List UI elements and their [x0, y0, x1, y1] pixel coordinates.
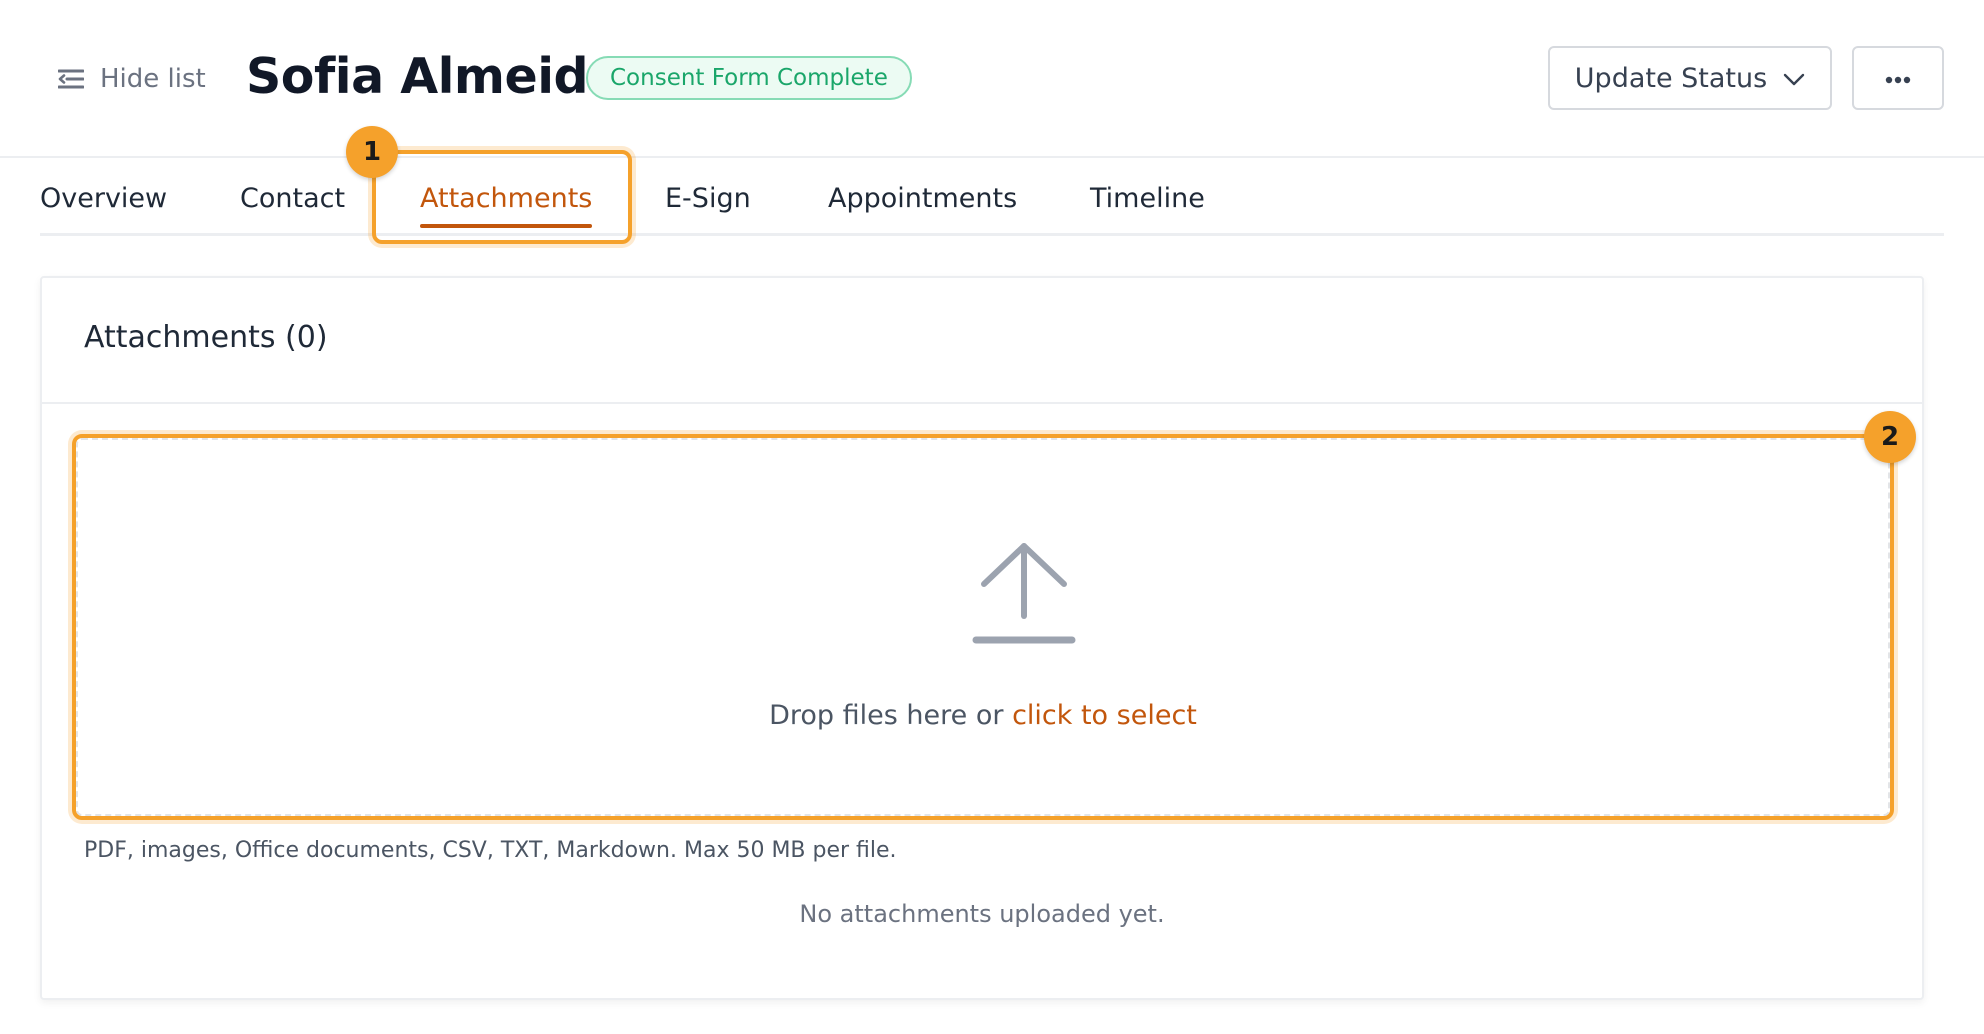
tab-attachments[interactable]: Attachments — [420, 160, 593, 236]
drop-files-text: Drop files here or — [769, 700, 1004, 731]
status-badge: Consent Form Complete — [586, 56, 912, 100]
update-status-label: Update Status — [1574, 62, 1768, 94]
tab-appointments[interactable]: Appointments — [828, 160, 1017, 236]
empty-state-message: No attachments uploaded yet. — [799, 900, 1165, 928]
annotation-marker-1: 1 — [346, 126, 398, 178]
tab-contact[interactable]: Contact — [240, 160, 345, 236]
card-header: Attachments (0) — [42, 278, 1922, 404]
tab-overview[interactable]: Overview — [40, 160, 167, 236]
record-header: Hide list Sofia Almeida Consent Form Com… — [0, 0, 1984, 158]
page: Hide list Sofia Almeida Consent Form Com… — [0, 0, 1984, 1034]
hide-list-button[interactable]: Hide list — [58, 60, 206, 98]
chevron-down-icon — [1783, 63, 1805, 94]
ellipsis-icon — [1885, 69, 1911, 88]
dropzone-instructions: Drop files here or click to select — [78, 700, 1888, 731]
attachments-card: Attachments (0) Drop files here or click… — [40, 276, 1924, 1000]
attachments-title: Attachments (0) — [84, 320, 328, 355]
hide-list-label: Hide list — [100, 64, 206, 94]
upload-arrow-icon — [972, 540, 1076, 652]
tab-bar: Overview Contact Attachments E-Sign Appo… — [40, 160, 1944, 236]
tab-e-sign[interactable]: E-Sign — [665, 160, 751, 236]
file-dropzone[interactable]: Drop files here or click to select — [76, 438, 1890, 816]
tab-timeline[interactable]: Timeline — [1090, 160, 1205, 236]
more-actions-button[interactable] — [1852, 46, 1944, 110]
click-to-select-link[interactable]: click to select — [1012, 700, 1197, 731]
annotation-marker-2: 2 — [1864, 411, 1916, 463]
update-status-button[interactable]: Update Status — [1548, 46, 1832, 110]
file-type-hint: PDF, images, Office documents, CSV, TXT,… — [84, 838, 897, 863]
page-title: Sofia Almeida — [246, 48, 621, 105]
list-collapse-icon — [58, 68, 84, 90]
